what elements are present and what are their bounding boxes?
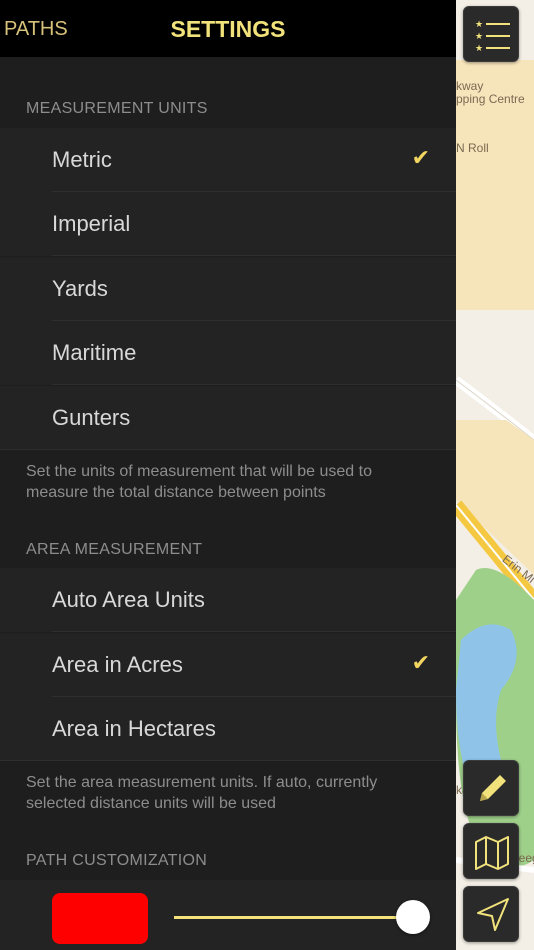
svg-text:★: ★ bbox=[475, 32, 483, 42]
path-color-swatch[interactable] bbox=[52, 893, 148, 944]
option-label: Gunters bbox=[52, 405, 131, 430]
map-icon bbox=[475, 836, 509, 870]
measurement-units-header: MEASUREMENT UNITS bbox=[26, 100, 208, 117]
checkmark-icon: ✔ bbox=[411, 145, 430, 170]
app-root: kway pping Centre N Roll Erin Mi kayn Re… bbox=[0, 0, 534, 950]
top-bar: PATHS SETTINGS bbox=[0, 0, 456, 57]
measurement-footer: Set the units of measurement that will b… bbox=[26, 463, 372, 501]
pencil-icon bbox=[480, 775, 506, 801]
measurement-option-yards[interactable]: Yards bbox=[0, 257, 456, 321]
area-measurement-header: AREA MEASUREMENT bbox=[26, 541, 203, 558]
settings-panel: PATHS SETTINGS MEASUREMENT UNITS Metric … bbox=[0, 0, 456, 950]
divider bbox=[0, 449, 456, 450]
path-width-slider-thumb[interactable] bbox=[396, 900, 430, 934]
locate-button[interactable] bbox=[463, 886, 519, 942]
area-option-acres[interactable]: Area in Acres ✔ bbox=[0, 633, 456, 697]
option-label: Area in Acres bbox=[52, 652, 183, 677]
area-option-auto[interactable]: Auto Area Units bbox=[0, 568, 456, 632]
option-label: Maritime bbox=[52, 340, 137, 365]
path-customization-header: PATH CUSTOMIZATION bbox=[26, 852, 208, 869]
area-footer: Set the area measurement units. If auto,… bbox=[26, 774, 378, 812]
path-customization-row bbox=[0, 880, 456, 950]
page-title: SETTINGS bbox=[170, 16, 286, 42]
divider bbox=[52, 384, 456, 385]
option-label: Auto Area Units bbox=[52, 587, 205, 612]
checkmark-icon: ✔ bbox=[411, 650, 430, 675]
svg-text:★: ★ bbox=[475, 44, 483, 54]
map-label: kway bbox=[456, 79, 484, 93]
option-label: Metric bbox=[52, 147, 112, 172]
measurement-option-metric[interactable]: Metric ✔ bbox=[0, 128, 456, 192]
list-menu-button[interactable]: ★ ★ ★ bbox=[463, 6, 519, 62]
option-label: Yards bbox=[52, 276, 108, 301]
divider bbox=[0, 760, 456, 761]
option-label: Imperial bbox=[52, 211, 131, 236]
starred-list-icon: ★ ★ ★ bbox=[475, 20, 510, 54]
map-label: pping Centre bbox=[456, 92, 525, 106]
svg-text:★: ★ bbox=[475, 20, 483, 30]
map-type-button[interactable] bbox=[463, 823, 519, 879]
measurement-option-maritime[interactable]: Maritime bbox=[0, 321, 456, 385]
map-label: N Roll bbox=[456, 141, 489, 155]
option-label: Area in Hectares bbox=[52, 716, 216, 741]
edit-button[interactable] bbox=[463, 760, 519, 816]
area-option-hectares[interactable]: Area in Hectares bbox=[0, 697, 456, 761]
location-arrow-icon bbox=[477, 898, 509, 931]
divider bbox=[52, 631, 456, 632]
divider bbox=[52, 255, 456, 256]
path-width-slider-track[interactable] bbox=[174, 916, 414, 919]
measurement-option-imperial[interactable]: Imperial bbox=[0, 192, 456, 256]
measurement-option-gunters[interactable]: Gunters bbox=[0, 386, 456, 450]
